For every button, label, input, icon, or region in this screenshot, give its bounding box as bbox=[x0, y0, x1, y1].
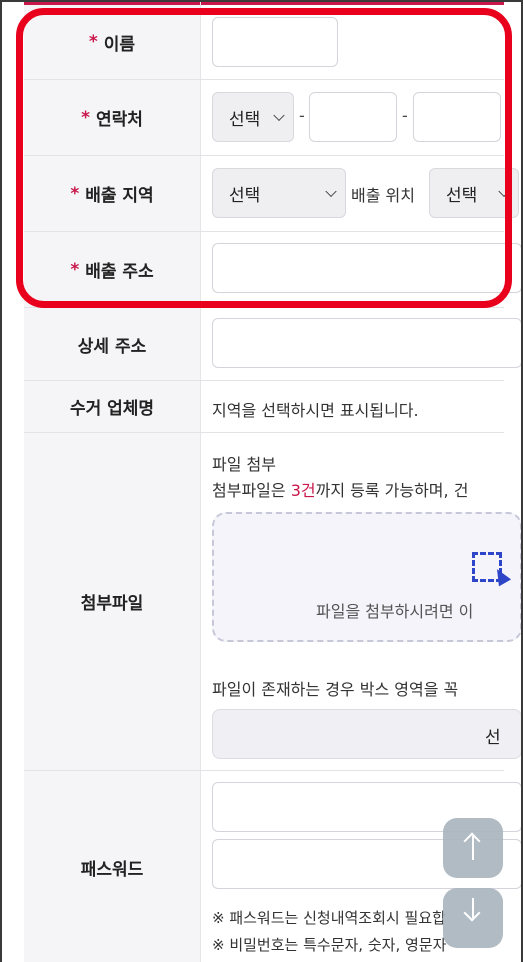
form-frame: * 이름 * 연락처 선택 - - * 배출 지역 선택 배출 위치 선택 * … bbox=[0, 0, 523, 962]
region-select[interactable]: 선택 bbox=[212, 168, 346, 218]
address-input[interactable] bbox=[212, 243, 521, 293]
contact-middle-input[interactable] bbox=[309, 92, 397, 142]
scroll-down-button[interactable] bbox=[443, 888, 503, 948]
password-note: ※ 비밀번호는 특수문자, 숫자, 영문자 bbox=[212, 936, 447, 954]
address-label: * 배출 주소 bbox=[24, 232, 200, 307]
company-label: 수거 업체명 bbox=[24, 381, 200, 432]
contact-dash: - bbox=[402, 106, 408, 125]
dropzone-text: 파일을 첨부하시려면 이 bbox=[316, 602, 474, 621]
chevron-down-icon bbox=[325, 185, 337, 198]
contact-prefix-select[interactable]: 선택 bbox=[212, 92, 294, 142]
contact-label: * 연락처 bbox=[24, 80, 200, 155]
file-select-button[interactable]: 선 bbox=[212, 709, 521, 759]
position-select[interactable]: 선택 bbox=[429, 168, 519, 218]
company-value: 지역을 선택하시면 표시됩니다. bbox=[212, 401, 419, 420]
password-label: 패스워드 bbox=[24, 771, 200, 962]
detail-address-label: 상세 주소 bbox=[24, 308, 200, 380]
attachment-notice: 파일이 존재하는 경우 박스 영역을 꼭 bbox=[212, 680, 459, 699]
attachment-description: 첨부파일은 3건까지 등록 가능하며, 건 bbox=[212, 481, 469, 500]
password-note: ※ 패스워드는 신청내역조회시 필요합 bbox=[212, 909, 446, 927]
column-divider bbox=[200, 2, 201, 962]
chevron-down-icon bbox=[273, 109, 285, 122]
region-label: * 배출 지역 bbox=[24, 156, 200, 231]
scroll-up-button[interactable] bbox=[443, 818, 503, 878]
chevron-down-icon bbox=[498, 185, 510, 198]
contact-dash: - bbox=[299, 106, 305, 125]
attachment-title: 파일 첨부 bbox=[212, 455, 276, 474]
position-label: 배출 위치 bbox=[351, 186, 415, 205]
detail-address-input[interactable] bbox=[212, 318, 521, 368]
file-dropzone[interactable]: 파일을 첨부하시려면 이 bbox=[212, 512, 521, 642]
arrow-up-icon bbox=[472, 836, 474, 860]
arrow-down-icon bbox=[472, 898, 474, 918]
name-label: * 이름 bbox=[24, 5, 200, 79]
attachment-label: 첨부파일 bbox=[24, 433, 200, 770]
name-input[interactable] bbox=[212, 17, 338, 67]
contact-last-input[interactable] bbox=[413, 92, 501, 142]
